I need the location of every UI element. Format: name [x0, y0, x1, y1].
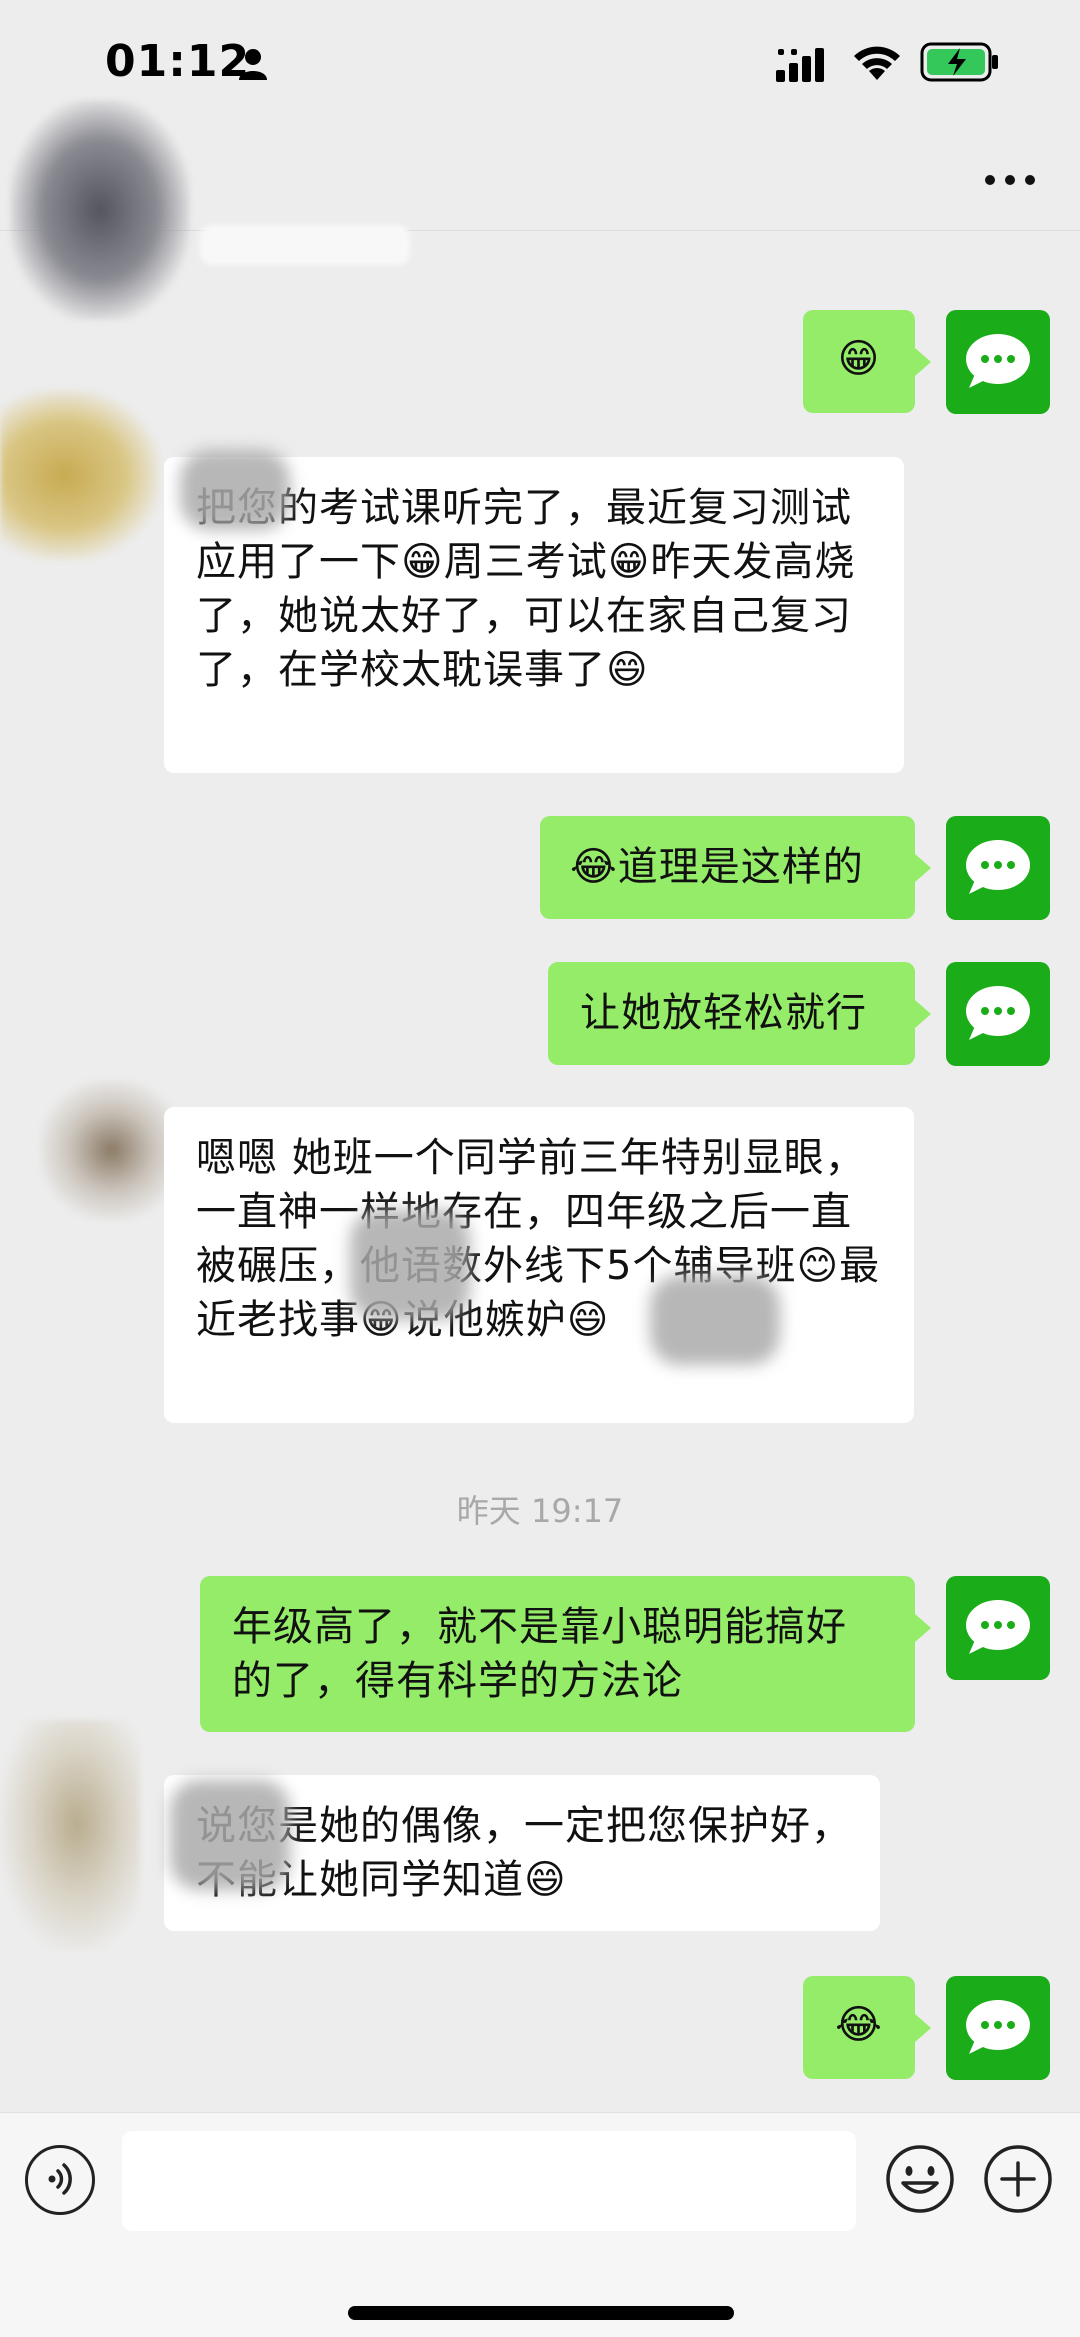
emoji-icon[interactable]: [884, 2143, 956, 2215]
battery-charging-icon: [920, 42, 998, 82]
person-icon: [239, 49, 267, 80]
self-avatar[interactable]: [946, 1576, 1050, 1680]
redaction: [350, 1210, 470, 1320]
message-bubble-outgoing[interactable]: 让她放轻松就行: [548, 962, 931, 1065]
chat-screen: 01:12 😁 把您的考试课听完了，最近复习测试应用了一下😁周三考试😁昨天发高烧…: [0, 0, 1080, 2337]
redaction: [650, 1275, 780, 1365]
message-text: 让她放轻松就行: [580, 990, 867, 1036]
chat-bubble-icon: [966, 334, 1030, 388]
message-text: 年级高了，就不是靠小聪明能搞好的了，得有科学的方法论: [232, 1604, 847, 1704]
contact-avatar[interactable]: [0, 1720, 140, 1950]
redacted-title-bar: [200, 225, 410, 265]
self-avatar[interactable]: [946, 310, 1050, 414]
voice-icon: [48, 2163, 72, 2195]
message-input[interactable]: [122, 2131, 856, 2231]
message-bubble-outgoing[interactable]: 年级高了，就不是靠小聪明能搞好的了，得有科学的方法论: [200, 1576, 931, 1732]
wifi-icon: [854, 46, 900, 80]
cellular-signal-icon: [776, 48, 824, 82]
self-avatar[interactable]: [946, 816, 1050, 920]
message-text: 说您是她的偶像，一定把您保护好，不能让她同学知道😄: [196, 1803, 852, 1903]
chat-bubble-icon: [966, 2000, 1030, 2054]
message-bubble-incoming[interactable]: 嗯嗯 她班一个同学前三年特别显眼，一直神一样地存在，四年级之后一直被碾压，他语数…: [164, 1107, 914, 1423]
chat-bubble-icon: [966, 986, 1030, 1040]
home-indicator: [348, 2306, 734, 2320]
chat-bubble-icon: [966, 1600, 1030, 1654]
message-bubble-outgoing[interactable]: 😁: [803, 310, 931, 413]
self-avatar[interactable]: [946, 962, 1050, 1066]
message-text: 😂道理是这样的: [570, 844, 864, 890]
message-text: 😂: [835, 2002, 883, 2048]
plus-icon[interactable]: [982, 2143, 1054, 2215]
message-bubble-outgoing[interactable]: 😂道理是这样的: [540, 816, 931, 919]
redacted-title: [10, 100, 190, 320]
message-bubble-outgoing[interactable]: 😂: [803, 1976, 931, 2079]
chat-bubble-icon: [966, 840, 1030, 894]
voice-input-button[interactable]: [25, 2145, 95, 2215]
status-time: 01:12: [105, 36, 251, 87]
redaction: [180, 450, 290, 530]
chat-timestamp: 昨天 19:17: [456, 1492, 624, 1530]
contact-avatar[interactable]: [40, 1080, 170, 1220]
redaction: [170, 1780, 290, 1890]
message-text: 把您的考试课听完了，最近复习测试应用了一下😁周三考试😁昨天发高烧了，她说太好了，…: [196, 485, 856, 693]
message-text: 😁: [837, 336, 881, 382]
contact-avatar[interactable]: [0, 390, 160, 560]
more-dots-icon[interactable]: [980, 160, 1040, 200]
input-bar: [0, 2112, 1080, 2337]
self-avatar[interactable]: [946, 1976, 1050, 2080]
